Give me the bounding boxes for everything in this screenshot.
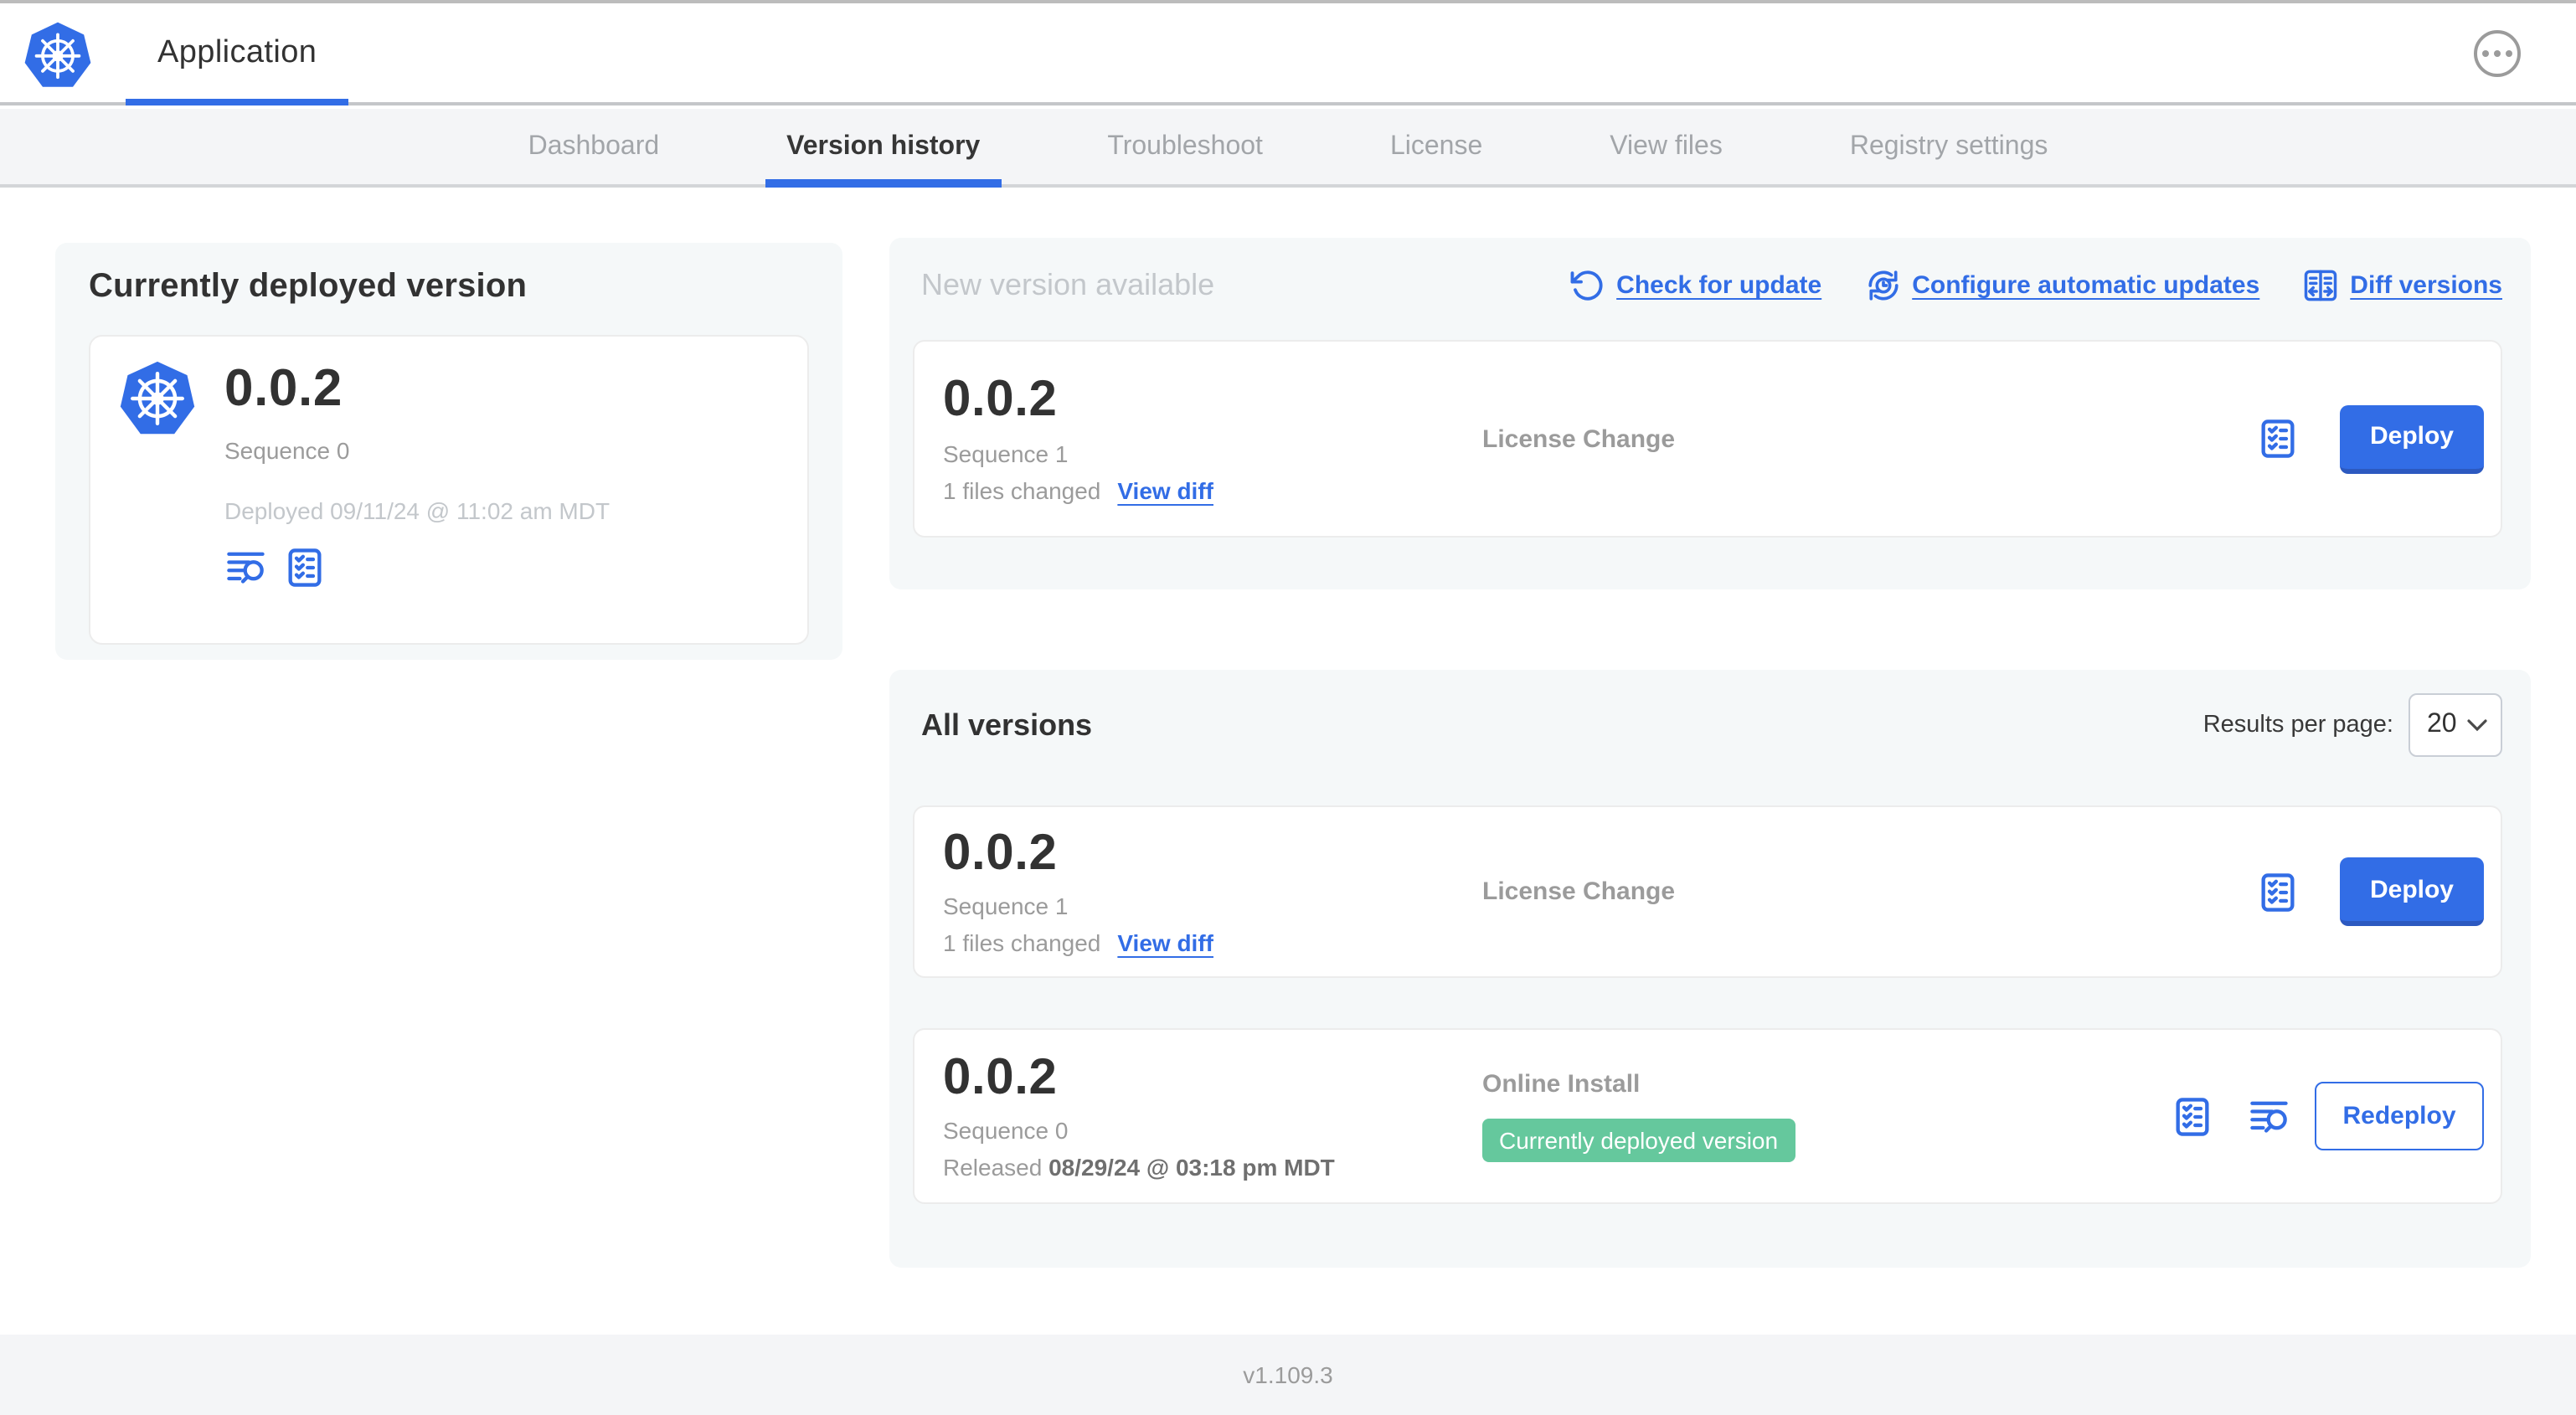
sequence-label: Sequence 0	[943, 1117, 1069, 1145]
new-version-panel: New version available Check for update C…	[889, 238, 2531, 589]
redeploy-button[interactable]: Redeploy	[2315, 1082, 2484, 1150]
app-tab-active-underline	[126, 99, 349, 105]
tab-view-files[interactable]: View files	[1588, 109, 1744, 184]
deployed-version: 0.0.2	[224, 358, 343, 417]
results-per-page-select[interactable]: 20	[2409, 693, 2502, 757]
active-tab-underline	[765, 179, 1002, 188]
tab-version-history[interactable]: Version history	[765, 109, 1002, 188]
tab-dashboard[interactable]: Dashboard	[507, 109, 682, 184]
diff-icon	[2305, 270, 2337, 301]
kubernetes-logo-icon	[24, 22, 91, 87]
version-actions: Redeploy	[2171, 1082, 2484, 1150]
app-nav: Dashboard Version history Troubleshoot L…	[0, 109, 2576, 188]
version-label: 0.0.2	[943, 825, 1058, 881]
deployed-sequence: Sequence 0	[224, 437, 350, 464]
source-label: License Change	[1482, 424, 1676, 453]
logs-icon[interactable]	[2248, 1094, 2291, 1138]
deployed-timestamp: Deployed 09/11/24 @ 11:02 am MDT	[224, 497, 611, 524]
tab-troubleshoot[interactable]: Troubleshoot	[1085, 109, 1285, 184]
released-prefix: Released	[943, 1154, 1049, 1181]
results-per-page-value: 20	[2427, 710, 2457, 738]
version-row-sequence-0: 0.0.2 Sequence 0 Released 08/29/24 @ 03:…	[913, 1028, 2502, 1204]
deploy-button[interactable]: Deploy	[2340, 857, 2484, 926]
tab-label: View files	[1610, 131, 1723, 160]
tab-label: License	[1389, 131, 1483, 160]
source-label: License Change	[1482, 877, 1676, 906]
deployed-actions	[224, 546, 610, 589]
app-title: Application	[157, 34, 317, 69]
results-per-page-label: Results per page:	[2202, 712, 2393, 738]
tab-registry-settings[interactable]: Registry settings	[1828, 109, 2070, 184]
more-menu-button[interactable]	[2474, 30, 2521, 77]
files-changed-label: 1 files changed	[943, 929, 1101, 957]
sequence-label: Sequence 1	[943, 440, 1069, 467]
new-version-links: Check for update Configure automatic upd…	[1569, 268, 2502, 303]
refresh-icon	[1570, 270, 1603, 301]
tab-label: Version history	[786, 131, 981, 160]
tab-license[interactable]: License	[1368, 109, 1504, 184]
auto-update-icon	[1868, 270, 1898, 301]
tab-label: Dashboard	[528, 131, 660, 160]
results-per-page: Results per page: 20	[2203, 693, 2502, 757]
configure-automatic-updates-link[interactable]: Configure automatic updates	[1865, 268, 2259, 303]
new-version-row: 0.0.2 Sequence 1 1 files changed View di…	[913, 340, 2502, 538]
version-source: License Change	[1482, 877, 1675, 906]
logs-icon[interactable]	[224, 546, 268, 589]
version-row-sequence-1: 0.0.2 Sequence 1 1 files changed View di…	[913, 805, 2502, 978]
page: Application Dashboard Version history Tr…	[0, 0, 2576, 1415]
currently-deployed-title: Currently deployed version	[89, 268, 528, 305]
currently-deployed-card: 0.0.2 Sequence 0 Deployed 09/11/24 @ 11:…	[89, 335, 809, 645]
new-version-header: New version available Check for update C…	[913, 268, 2502, 303]
new-version-title: New version available	[921, 268, 1215, 301]
checklist-icon[interactable]	[2256, 870, 2300, 913]
currently-deployed-badge: Currently deployed version	[1482, 1119, 1795, 1162]
checklist-icon[interactable]	[2256, 417, 2300, 461]
files-changed-line: 1 files changed View diff	[943, 930, 1482, 957]
source-label: Online Install	[1482, 1070, 1641, 1099]
version-source: License Change	[1482, 424, 1675, 453]
version-label: 0.0.2	[943, 1049, 1058, 1105]
version-label: 0.0.2	[943, 372, 1058, 428]
all-versions-panel: All versions Results per page: 20 0.0.2 …	[889, 670, 2531, 1268]
app-tab-application[interactable]: Application	[126, 3, 349, 105]
console-version: v1.109.3	[1243, 1361, 1333, 1388]
ellipsis-icon	[2482, 50, 2512, 57]
kubernetes-app-icon	[120, 361, 195, 435]
view-diff-link[interactable]: View diff	[1117, 477, 1213, 504]
all-versions-header: All versions Results per page: 20	[913, 693, 2502, 757]
tab-label: Registry settings	[1849, 131, 2048, 160]
diff-versions-link[interactable]: Diff versions	[2303, 268, 2502, 303]
checklist-icon[interactable]	[2171, 1094, 2214, 1138]
version-info: 0.0.2 Sequence 1 1 files changed View di…	[943, 825, 1482, 957]
deployed-meta: 0.0.2 Sequence 0 Deployed 09/11/24 @ 11:…	[224, 358, 610, 621]
files-changed-label: 1 files changed	[943, 476, 1101, 504]
version-info: 0.0.2 Sequence 1 1 files changed View di…	[943, 372, 1482, 504]
released-line: Released 08/29/24 @ 03:18 pm MDT	[943, 1155, 1482, 1181]
version-source: Online Install Currently deployed versio…	[1482, 1070, 1795, 1162]
deploy-button[interactable]: Deploy	[2340, 404, 2484, 473]
checklist-icon[interactable]	[283, 546, 327, 589]
view-diff-link[interactable]: View diff	[1117, 930, 1213, 957]
released-date: 08/29/24 @ 03:18 pm MDT	[1048, 1154, 1335, 1181]
app-footer: v1.109.3	[0, 1335, 2576, 1415]
sequence-label: Sequence 1	[943, 893, 1069, 920]
all-versions-title: All versions	[921, 708, 1093, 741]
tab-label: Troubleshoot	[1107, 131, 1263, 160]
files-changed-line: 1 files changed View diff	[943, 477, 1482, 504]
check-for-update-link[interactable]: Check for update	[1569, 268, 1821, 303]
app-header: Application	[0, 3, 2576, 105]
version-actions: Deploy	[2256, 857, 2484, 926]
version-info: 0.0.2 Sequence 0 Released 08/29/24 @ 03:…	[943, 1049, 1482, 1181]
chevron-down-icon	[2467, 719, 2487, 732]
version-actions: Deploy	[2256, 404, 2484, 473]
currently-deployed-panel: Currently deployed version 0.0.2 Sequenc…	[55, 243, 842, 660]
